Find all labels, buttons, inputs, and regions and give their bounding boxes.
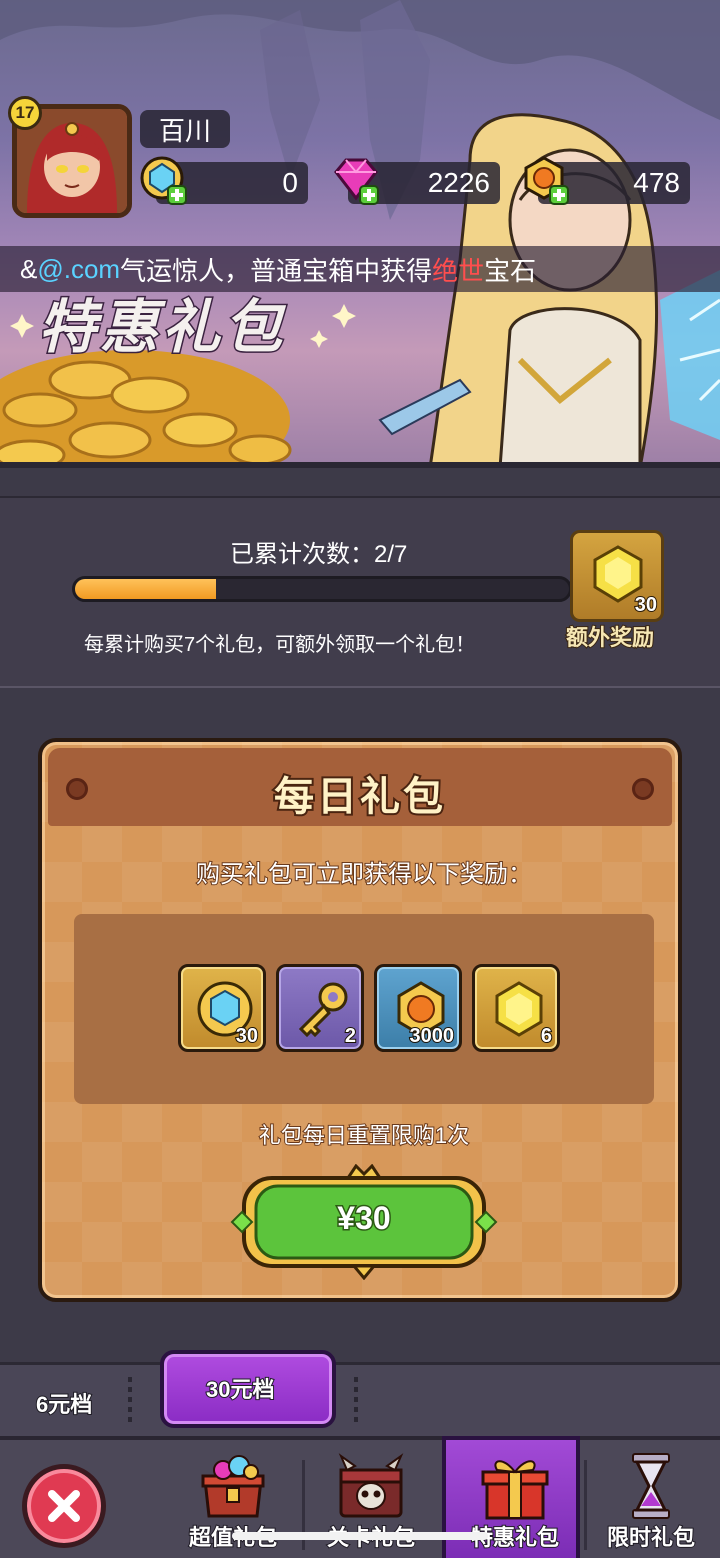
tab-value-pack[interactable]: 超值礼包 (164, 1440, 302, 1558)
close-button[interactable] (22, 1464, 106, 1548)
shop-screen: 17 百川 0 2226 478 & @.com 气运惊人，普通宝箱中获得 绝世… (0, 0, 720, 1558)
buy-price: ¥30 (336, 1199, 392, 1238)
reward-item-yellow-crystal[interactable]: 6 (472, 964, 560, 1052)
progress-bar (72, 576, 572, 602)
cumulative-count-label: 已累计次数：2/7 (230, 541, 408, 568)
marquee-text-b: 宝石 (484, 255, 537, 286)
blue-gem-add-icon (140, 156, 187, 205)
skull-chest-icon (338, 1453, 404, 1518)
tab-limited-pack[interactable]: 限时礼包 (582, 1440, 720, 1558)
cumulative-hint: 每累计购买7个礼包，可额外领取一个礼包！ (84, 634, 476, 656)
card-header: 每日礼包 (48, 748, 672, 826)
marquee-highlight: 绝世 (432, 255, 485, 286)
reward-item-orange-gem[interactable]: 3000 (374, 964, 462, 1052)
banner-title: 特惠礼包 (36, 294, 287, 362)
item-qty: 3000 (409, 1024, 455, 1048)
tier-30-label: 30元档 (205, 1376, 275, 1403)
hourglass-icon (632, 1453, 670, 1519)
pink-diamond-count: 2226 (427, 167, 490, 198)
tier-separator (354, 1377, 358, 1423)
banner: 17 百川 0 2226 478 & @.com 气运惊人，普通宝箱中获得 绝世… (0, 0, 720, 468)
progress-bar-fill (75, 579, 217, 599)
reward-items: 30 2 3000 6 (74, 914, 654, 1104)
tier-separator (128, 1377, 132, 1423)
gem-chest-icon (201, 1455, 265, 1518)
level-badge: 17 (8, 96, 42, 130)
extra-reward-box[interactable]: 30 (570, 530, 664, 622)
reward-item-key[interactable]: 2 (276, 964, 364, 1052)
daily-pack-subtitle: 购买礼包可立即获得以下奖励： (195, 860, 533, 889)
close-icon (48, 1490, 80, 1522)
tab-limited-label: 限时礼包 (606, 1524, 696, 1551)
blue-gem-count: 0 (282, 167, 298, 198)
tier-30-tab[interactable]: 30元档 (160, 1350, 336, 1428)
banner-artwork (0, 0, 720, 468)
buy-button[interactable]: ¥30 (230, 1164, 498, 1280)
gold-coin-count: 478 (633, 167, 680, 198)
extra-reward-qty: 30 (634, 593, 658, 617)
tier-6-tab[interactable]: 6元档 (35, 1387, 93, 1419)
pink-diamond-add-icon (334, 158, 379, 205)
marquee-prefix: & (20, 253, 38, 284)
banner-divider (0, 462, 720, 468)
daily-pack-card: 每日礼包 购买礼包可立即获得以下奖励： 30 2 3000 6 礼包每日重置限购… (38, 738, 682, 1302)
purchase-limit-text: 礼包每日重置限购1次 (258, 1122, 470, 1149)
item-qty: 6 (540, 1024, 553, 1048)
tier-bar: 6元档 (0, 1362, 720, 1436)
home-indicator[interactable] (232, 1532, 488, 1540)
currency-gold-coin[interactable]: 478 (524, 156, 690, 205)
gift-box-icon (481, 1460, 549, 1520)
cumulative-progress-panel: 已累计次数：2/7 每累计购买7个礼包，可额外领取一个礼包！ 30 额外奖励 (0, 496, 720, 688)
daily-pack-title: 每日礼包 (272, 773, 446, 821)
tab-stage-pack[interactable]: 关卡礼包 (302, 1440, 440, 1558)
gold-coin-add-icon (524, 156, 569, 205)
currency-pink-diamond[interactable]: 2226 (334, 158, 500, 205)
item-qty: 2 (344, 1024, 357, 1048)
item-qty: 30 (235, 1024, 259, 1048)
player-name: 百川 (140, 110, 230, 148)
currency-blue-gem[interactable]: 0 (140, 156, 308, 205)
reward-item-blue-gem[interactable]: 30 (178, 964, 266, 1052)
extra-reward-label: 额外奖励 (565, 624, 655, 651)
